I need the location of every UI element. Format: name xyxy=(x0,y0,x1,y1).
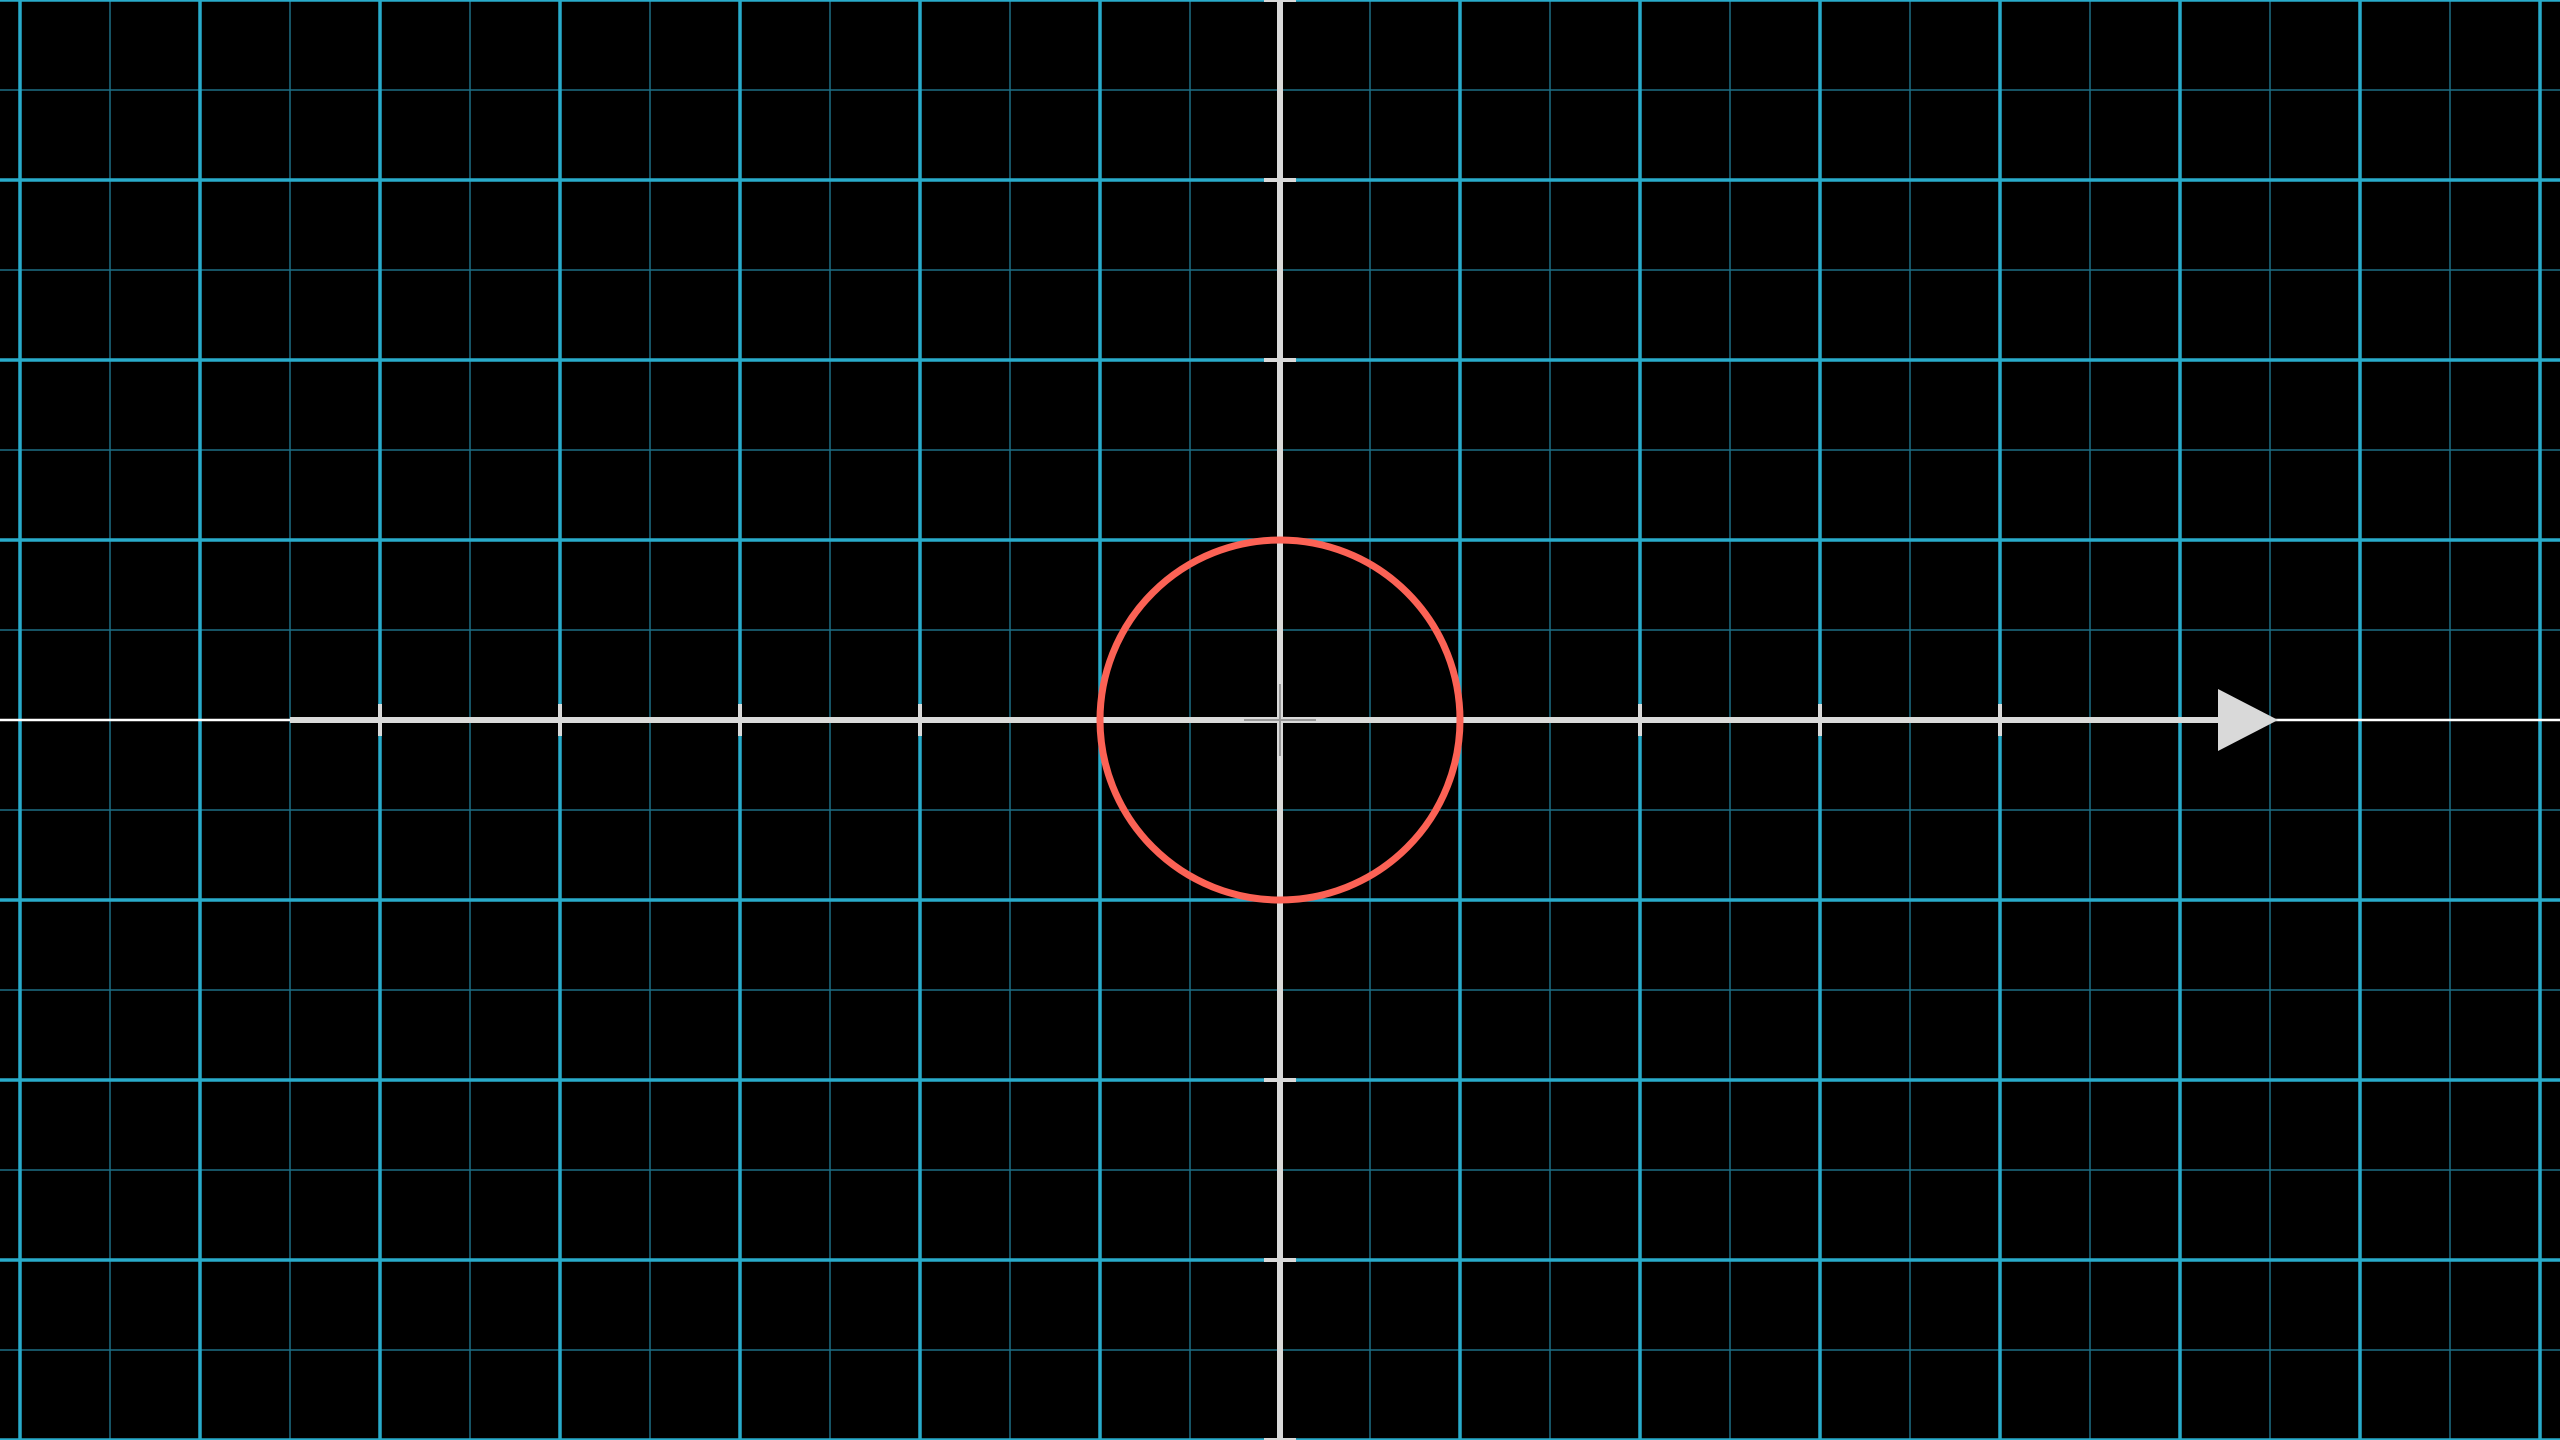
coordinate-plane-canvas xyxy=(0,0,2560,1440)
